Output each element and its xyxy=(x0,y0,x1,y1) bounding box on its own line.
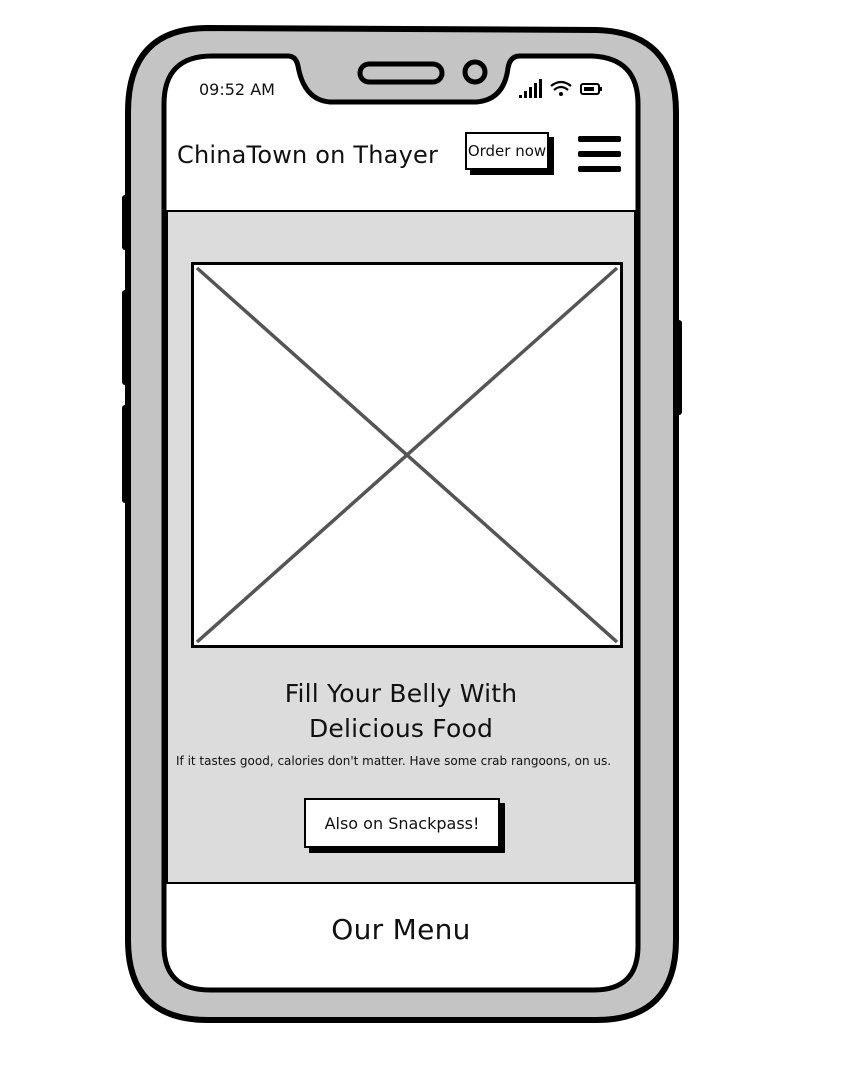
hero-section: Fill Your Belly With Delicious Food If i… xyxy=(166,210,636,884)
order-now-label: Order now xyxy=(467,142,547,160)
status-time: 09:52 AM xyxy=(199,80,275,99)
order-now-button[interactable]: Order now xyxy=(465,132,549,170)
hero-title-line1: Fill Your Belly With xyxy=(284,679,518,708)
battery-icon xyxy=(580,83,602,95)
menu-bar-top xyxy=(578,136,621,142)
snackpass-label: Also on Snackpass! xyxy=(324,813,480,833)
wifi-icon xyxy=(550,80,572,96)
site-title[interactable]: ChinaTown on Thayer xyxy=(177,141,438,169)
hero-title-line2: Delicious Food xyxy=(308,714,494,743)
hero-subtitle: If it tastes good, calories don't matter… xyxy=(176,754,612,768)
image-placeholder-icon xyxy=(191,262,623,648)
menu-bar-middle xyxy=(578,151,621,157)
hero-title: Fill Your Belly With Delicious Food xyxy=(168,676,634,746)
signal-icon xyxy=(519,79,542,98)
status-icons xyxy=(519,79,602,98)
menu-heading: Our Menu xyxy=(331,913,471,946)
snackpass-button[interactable]: Also on Snackpass! xyxy=(304,798,500,848)
menu-bar-bottom xyxy=(578,166,621,172)
hamburger-menu-icon[interactable] xyxy=(578,136,622,176)
